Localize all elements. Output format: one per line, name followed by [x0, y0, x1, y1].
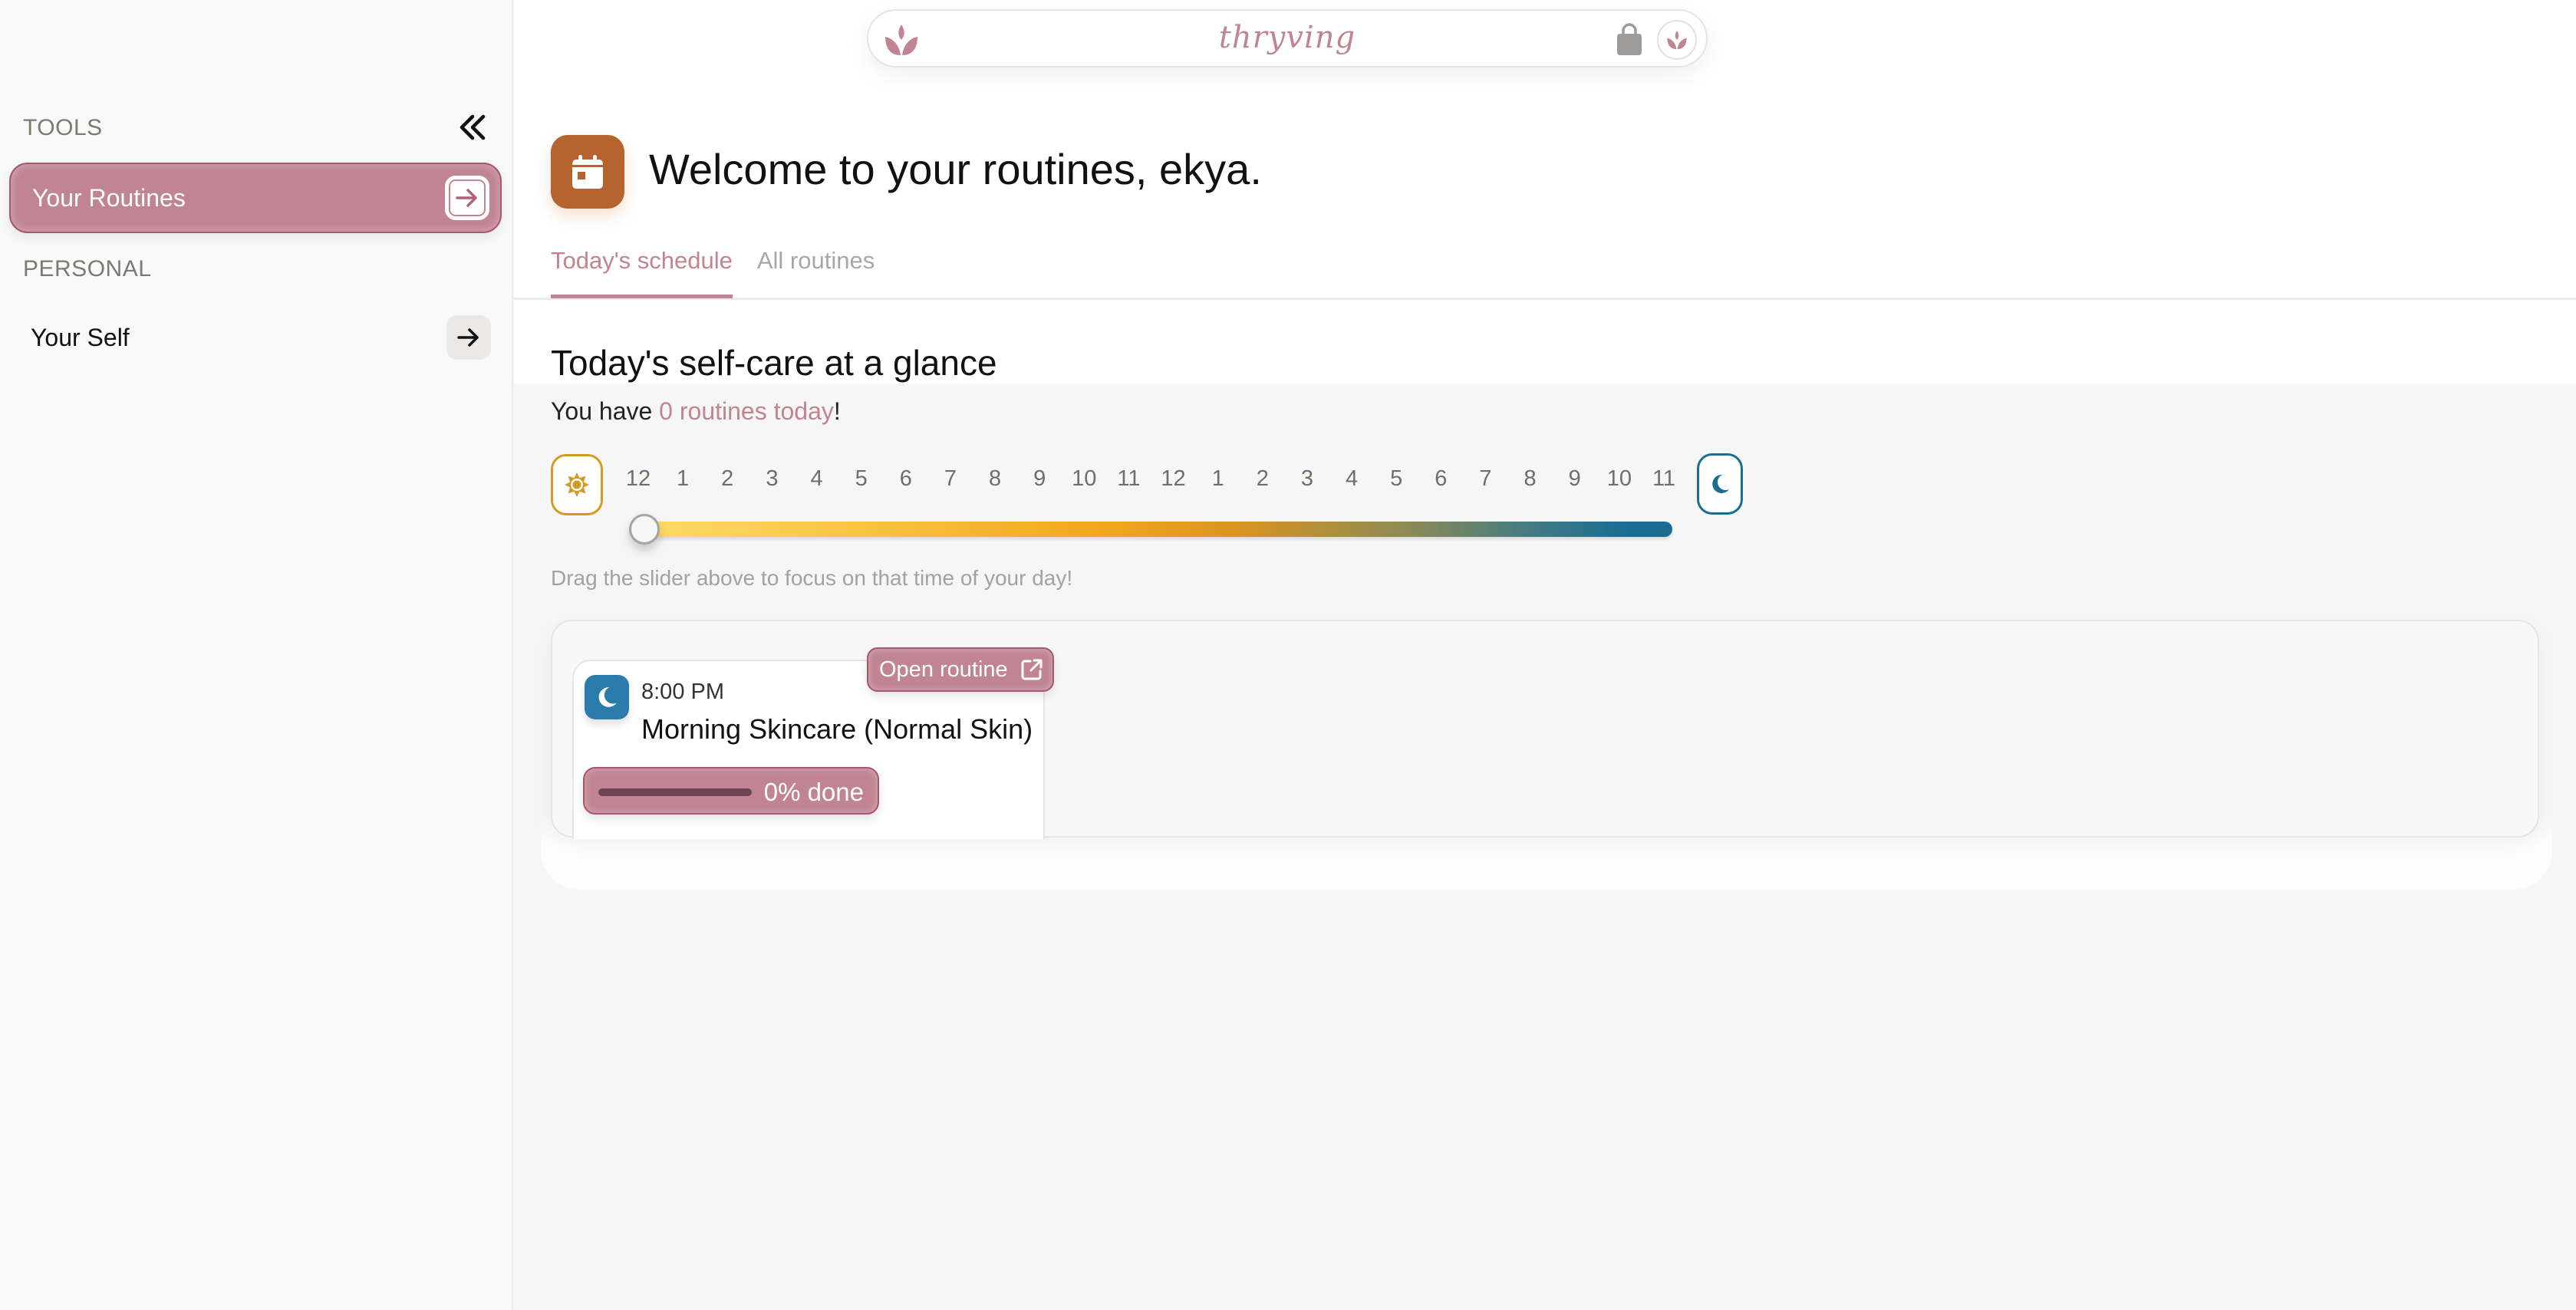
hour-label: 2 — [721, 466, 734, 491]
hour-label: 5 — [855, 466, 868, 491]
hour-label: 4 — [810, 466, 823, 491]
sidebar-item-arrow-button[interactable] — [446, 315, 491, 360]
routines-count-text: You have 0 routines today! — [551, 397, 841, 426]
sidebar-heading-tools: TOOLS — [23, 115, 103, 140]
hour-label: 10 — [1606, 466, 1632, 491]
hour-label: 9 — [1033, 466, 1046, 491]
jump-to-night-button[interactable] — [1697, 453, 1743, 515]
hour-label: 7 — [1479, 466, 1492, 491]
hour-label: 11 — [1652, 466, 1676, 491]
hour-label: 5 — [1390, 466, 1403, 491]
hour-label: 9 — [1568, 466, 1581, 491]
subtitle-suffix: ! — [833, 397, 841, 425]
hour-label: 11 — [1117, 466, 1141, 491]
open-routine-button[interactable]: Open routine — [867, 647, 1054, 692]
section-title: Today's self-care at a glance — [551, 343, 997, 383]
hour-label: 1 — [677, 466, 690, 491]
routine-icon-tile — [585, 675, 629, 719]
sidebar-item-your-routines[interactable]: Your Routines — [9, 163, 502, 233]
hour-label: 12 — [625, 466, 651, 491]
hour-label: 7 — [944, 466, 957, 491]
time-slider-thumb[interactable] — [629, 514, 660, 545]
hour-label: 10 — [1072, 466, 1097, 491]
tab-todays-schedule[interactable]: Today's schedule — [551, 247, 733, 298]
shopping-bag-icon[interactable] — [1614, 23, 1645, 57]
user-avatar[interactable] — [1657, 20, 1697, 60]
progress-bar-track — [598, 788, 752, 796]
jump-to-morning-button[interactable] — [551, 454, 603, 515]
collapse-sidebar-button[interactable] — [456, 109, 489, 146]
chevrons-left-icon — [460, 114, 486, 140]
arrow-right-icon — [457, 328, 479, 347]
moon-icon — [1712, 474, 1729, 493]
hour-labels: 12 1 2 3 4 5 6 7 8 9 10 11 12 1 2 3 4 5 6 7 8 9 10 11 — [621, 466, 1680, 497]
brand-logo[interactable]: thryving — [868, 20, 1706, 55]
sidebar-item-label: Your Self — [31, 323, 130, 351]
open-routine-label: Open routine — [879, 657, 1008, 682]
routines-count-highlight: 0 routines today — [659, 397, 834, 425]
time-slider-track[interactable] — [631, 522, 1672, 537]
tab-all-routines[interactable]: All routines — [757, 247, 875, 298]
sidebar: TOOLS Your Routines PERSONAL Your Self — [0, 0, 513, 1310]
hour-label: 2 — [1256, 466, 1269, 491]
hour-label: 8 — [1524, 466, 1537, 491]
hour-label: 1 — [1211, 466, 1224, 491]
slider-hint: Drag the slider above to focus on that t… — [551, 566, 1073, 590]
hour-label: 8 — [988, 466, 1002, 491]
hour-label: 6 — [899, 466, 912, 491]
hour-label: 12 — [1161, 466, 1186, 491]
external-link-icon — [1021, 659, 1043, 680]
sidebar-item-your-self[interactable]: Your Self — [9, 302, 502, 373]
routine-card[interactable]: 8:00 PM Morning Skincare (Normal Skin) O… — [572, 647, 1054, 839]
calendar-icon — [572, 155, 603, 189]
sidebar-item-label: Your Routines — [32, 183, 186, 212]
hour-label: 4 — [1346, 466, 1359, 491]
page-title: Welcome to your routines, ekya. — [649, 145, 1262, 193]
routine-name: Morning Skincare (Normal Skin) — [641, 713, 1033, 745]
subtitle-prefix: You have — [551, 397, 660, 425]
hour-label: 3 — [1300, 466, 1314, 491]
hour-label: 3 — [766, 466, 779, 491]
sidebar-heading-personal: PERSONAL — [23, 256, 152, 281]
progress-label: 0% done — [763, 778, 864, 806]
routine-progress[interactable]: 0% done — [583, 767, 879, 815]
hour-label: 6 — [1435, 466, 1448, 491]
top-navbar: thryving — [867, 9, 1708, 67]
arrow-right-icon — [456, 189, 477, 207]
lotus-avatar-icon — [1667, 31, 1687, 49]
routine-schedule-list: 8:00 PM Morning Skincare (Normal Skin) O… — [551, 620, 2539, 839]
sidebar-item-arrow-button[interactable] — [445, 176, 489, 220]
tabs: Today's schedule All routines — [551, 247, 875, 298]
moon-icon — [598, 687, 617, 707]
calendar-icon-tile — [551, 135, 624, 209]
routine-time: 8:00 PM — [641, 680, 724, 704]
sun-icon — [565, 472, 589, 497]
